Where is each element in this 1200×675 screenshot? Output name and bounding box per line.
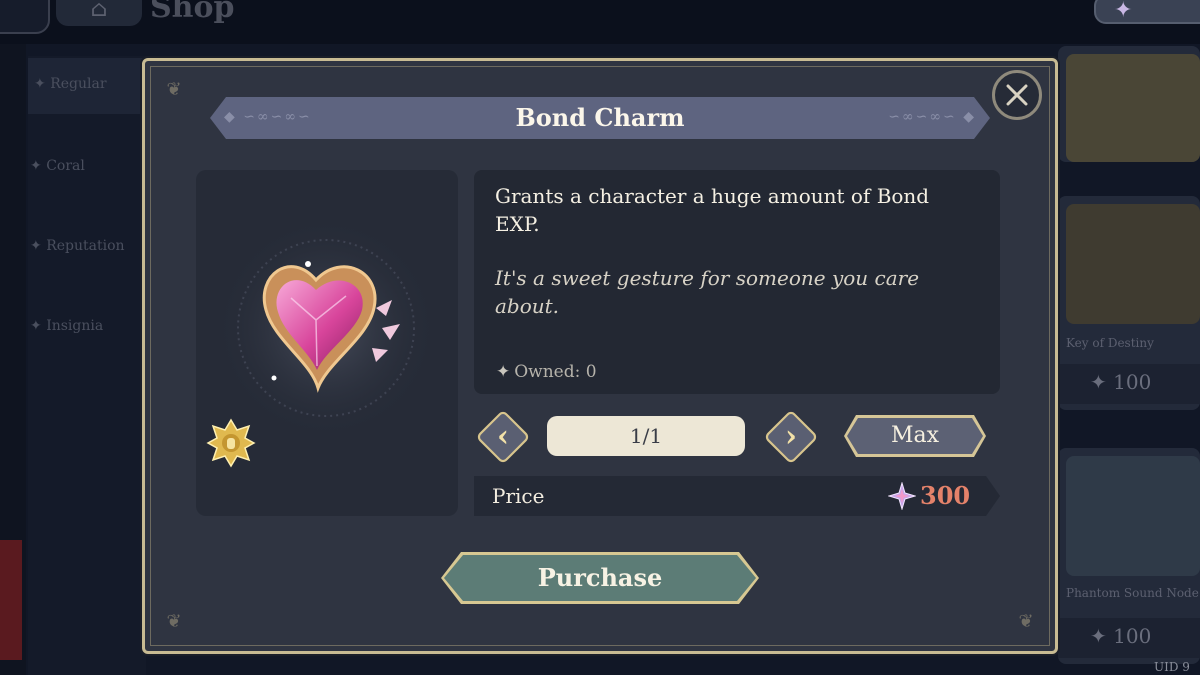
owned-label: Owned: 0 xyxy=(514,362,597,382)
home-icon: ⌂ xyxy=(90,0,108,22)
chevron-left-icon: ‹ xyxy=(497,419,509,454)
star-crystal-icon xyxy=(888,482,916,510)
chevron-right-icon: › xyxy=(785,419,797,454)
uid-label: UID 9 xyxy=(1154,660,1190,674)
sparkle-icon: ✦ xyxy=(496,362,511,382)
sidebar-item-reputation[interactable]: ✦ Reputation xyxy=(30,238,125,254)
item-preview xyxy=(196,170,458,516)
shop-sidebar xyxy=(28,56,146,675)
shop-card-top[interactable] xyxy=(1058,46,1200,162)
home-button[interactable]: ⌂ xyxy=(56,0,142,26)
card-name: Phantom Sound Node xyxy=(1066,586,1199,600)
max-label: Max xyxy=(847,418,983,454)
dialog-title-bar: ◆ ∽∞∽∞∽ ∽∞∽∞∽ ◆ Bond Charm xyxy=(210,97,990,139)
back-button[interactable] xyxy=(0,0,50,34)
price-value: 300 xyxy=(920,481,971,510)
owned-count: ✦ Owned: 0 xyxy=(496,362,597,382)
item-flavor-text: It's a sweet gesture for someone you car… xyxy=(495,266,920,318)
item-description-panel: Grants a character a huge amount of Bond… xyxy=(474,170,1000,394)
shop-card-key[interactable]: Key of Destiny ✦ 100 xyxy=(1058,196,1200,410)
card-name: Key of Destiny xyxy=(1066,336,1154,350)
max-quantity-button[interactable]: Max xyxy=(844,415,986,457)
gold-rarity-badge xyxy=(206,418,256,468)
card-price: ✦ 100 xyxy=(1058,618,1200,658)
price-row: Price 300 xyxy=(474,476,1000,516)
card-price: ✦ 100 xyxy=(1058,364,1200,404)
item-title: Bond Charm xyxy=(515,103,685,132)
card-price-value: 100 xyxy=(1113,624,1152,648)
quantity-field[interactable]: 1/1 xyxy=(547,416,745,456)
corner-ornament-icon: ❦ xyxy=(1018,611,1034,632)
shop-title: Shop xyxy=(150,0,235,25)
event-banner[interactable] xyxy=(0,540,22,660)
price-label: Price xyxy=(492,484,545,508)
sidebar-item-regular[interactable]: ✦ Regular xyxy=(28,58,146,114)
purchase-label: Purchase xyxy=(444,555,756,601)
star-crystal-icon: ✦ xyxy=(1114,0,1133,23)
corner-ornament-icon: ❦ xyxy=(166,611,182,632)
card-price-value: 100 xyxy=(1113,370,1152,394)
sidebar-item-label: Coral xyxy=(46,158,85,174)
purchase-button[interactable]: Purchase xyxy=(441,552,759,604)
shop-card-node[interactable]: Phantom Sound Node ✦ 100 xyxy=(1058,448,1200,664)
sidebar-item-coral[interactable]: ✦ Coral xyxy=(30,158,85,174)
sidebar-item-label: Insignia xyxy=(46,318,104,334)
currency-display[interactable]: ✦ xyxy=(1094,0,1200,24)
card-image xyxy=(1066,204,1200,324)
sidebar-item-label: Regular xyxy=(50,76,107,92)
close-icon xyxy=(1006,84,1028,106)
sidebar-item-label: Reputation xyxy=(46,238,125,254)
card-image xyxy=(1066,456,1200,576)
sidebar-item-insignia[interactable]: ✦ Insignia xyxy=(30,318,103,334)
item-description: Grants a character a huge amount of Bond… xyxy=(495,184,930,236)
card-image xyxy=(1066,54,1200,162)
corner-ornament-icon: ❦ xyxy=(166,79,182,100)
close-button[interactable] xyxy=(992,70,1042,120)
